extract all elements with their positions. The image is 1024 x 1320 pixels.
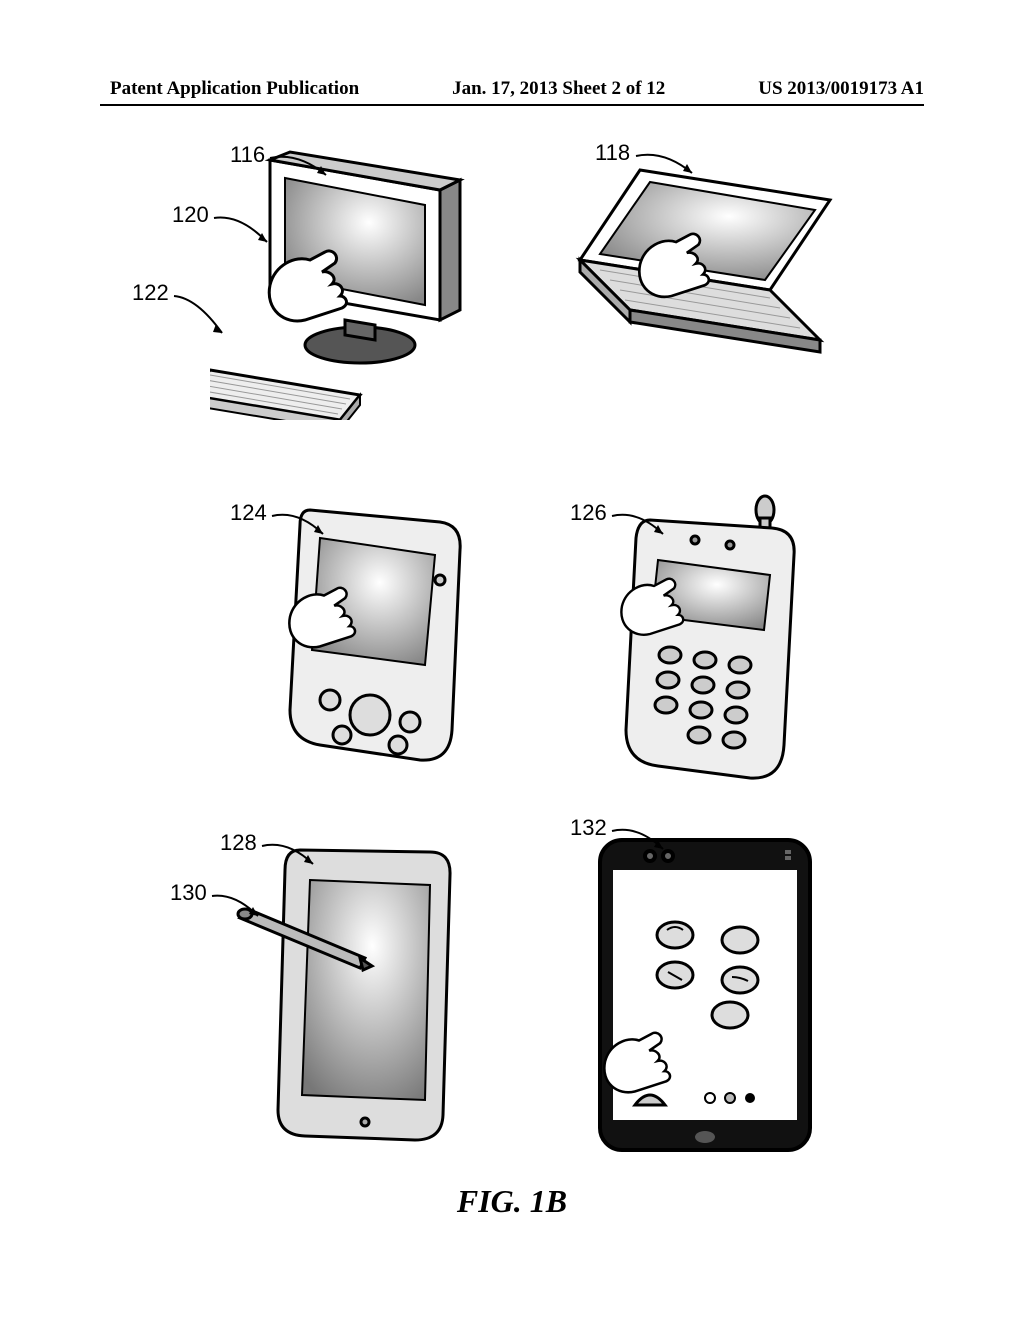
ref-132: 132 [570,815,607,841]
ref-130: 130 [170,880,207,906]
figure-1b: 116 120 122 118 124 126 128 130 [100,130,924,1150]
ref-122: 122 [132,280,169,306]
leadline-118 [634,148,704,188]
leadline-124 [270,508,335,548]
ref-120: 120 [172,202,209,228]
leadline-120 [212,210,282,255]
ref-128: 128 [220,830,257,856]
desktop-monitor-icon [210,150,470,420]
leadline-132 [610,823,675,863]
ref-116: 116 [230,142,265,168]
smartphone-icon [580,830,830,1160]
page-header: Patent Application Publication Jan. 17, … [0,78,1024,100]
leadline-128 [260,838,325,878]
laptop-icon [570,160,850,380]
leadline-130 [210,888,270,928]
ref-124: 124 [230,500,267,526]
ref-126: 126 [570,500,607,526]
ref-118: 118 [595,140,630,166]
figure-caption: FIG. 1B [0,1183,1024,1220]
header-right: US 2013/0019173 A1 [758,78,924,100]
leadline-122 [172,288,242,343]
tablet-stylus-icon [230,840,470,1150]
header-left: Patent Application Publication [110,78,359,100]
header-center: Jan. 17, 2013 Sheet 2 of 12 [452,78,665,100]
leadline-126 [610,508,675,548]
leadline-116 [268,150,338,190]
header-rule [100,104,924,106]
